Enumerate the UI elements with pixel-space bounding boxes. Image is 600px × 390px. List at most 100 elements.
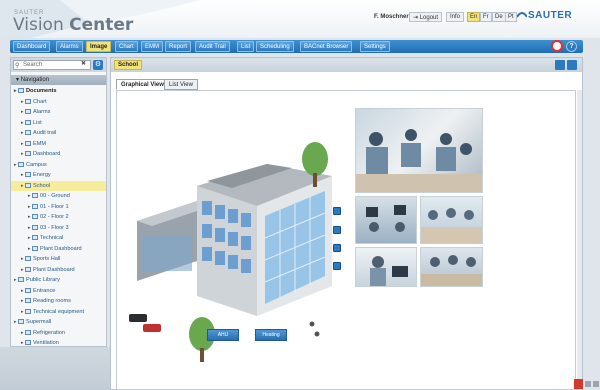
tree-node-label: 02 - Floor 2 [40,214,69,220]
tree-node[interactable]: ▸ 01 - Floor 1 [11,202,106,213]
menu-alarms[interactable]: Alarms [56,41,83,52]
search-icon: ⚲ [15,63,20,69]
tree-node[interactable]: ▸ Documents [11,86,106,97]
tree-node[interactable]: ▸ Audit trail [11,128,106,139]
app-title: Vision Center [13,15,134,35]
folder-icon [25,256,31,262]
folder-icon [25,340,31,346]
menu-list[interactable]: List [237,41,255,52]
ahu-button[interactable]: AHU [207,329,239,341]
menu-chart[interactable]: Chart [115,41,138,52]
tree-node[interactable]: ▸ Public Library [11,275,106,286]
tree-node[interactable]: ▸ Entrance [11,286,106,297]
menu-report[interactable]: Report [165,41,192,52]
tree-node-label: 00 - Ground [40,193,70,199]
info-button[interactable]: Info [446,12,465,22]
menu-emm[interactable]: EMM [141,41,163,52]
tree-node-label: Ventilation [33,340,59,346]
folder-icon [25,98,31,104]
tree-node-label: Public Library [26,277,60,283]
tab-graphical-view[interactable]: Graphical View [116,79,169,90]
folder-icon [18,161,24,167]
tree-node-label: Dashboard [33,151,61,157]
lang-de[interactable]: De [492,12,506,22]
tree-node[interactable]: ▸ School [11,180,106,191]
navigation-header[interactable]: ▾ Navigation [11,75,106,85]
folder-icon [25,308,31,314]
folder-icon [32,203,38,209]
tree-node-label: Plant Dashboard [40,245,82,252]
folder-icon [25,182,31,188]
folder-icon [18,277,24,283]
folder-icon [32,245,38,251]
menu-scheduling[interactable]: Scheduling [256,41,294,52]
lang-pt[interactable]: Pt [505,12,517,22]
tree-node[interactable]: ▸ 02 - Floor 2 [11,212,106,223]
menu-dashboard[interactable]: Dashboard [13,41,51,52]
tree-node[interactable]: ▸ Refrigeration [11,328,106,339]
breadcrumb[interactable]: School [114,60,143,70]
tree-node-label: 03 - Floor 3 [40,224,69,231]
company-logo: SAUTER [528,10,573,21]
navigation-tree: ▸ Documents ▸ Chart ▸ Alarms ▸ List ▸ Audit trail… [11,86,106,349]
tree-node[interactable]: ▸ List [11,118,106,129]
search-bar: Search ⚲ ✖ ⚙ [11,58,106,72]
clear-search-icon[interactable]: ✖ [81,60,86,67]
sauter-logo-icon [517,12,527,18]
app-header: SAUTER Vision Center F. Moschner ⇥ Logou… [0,0,600,38]
taskbar-corner-icon [574,379,599,389]
tree-node-label: Sports Hall [33,256,61,262]
folder-icon [25,130,31,136]
floor-02-marker-icon[interactable] [333,226,341,234]
tree-node[interactable]: ▸ Energy [11,170,106,181]
tree-node-label: Chart [33,98,47,105]
folder-icon [18,88,24,94]
heating-button[interactable]: Heating [255,329,287,341]
breadcrumb-bar: School [111,58,582,72]
tree-node[interactable]: ▸ 03 - Floor 3 [11,223,106,234]
tree-node[interactable]: ▸ Reading rooms [11,296,106,307]
tree-node[interactable]: ▸ Technical [11,233,106,244]
logout-button[interactable]: ⇥ Logout [409,12,443,22]
search-input[interactable]: Search [13,60,91,70]
tree-node[interactable]: ▸ 00 - Ground [11,191,106,202]
left-footer [0,347,110,390]
tree-node[interactable]: ▸ Supermall [11,317,106,328]
tree-node-label: Entrance [33,287,56,294]
tree-node[interactable]: ▸ Technical equipment [11,307,106,318]
floor-03-marker-icon[interactable] [333,207,341,215]
menu-audit-trail[interactable]: Audit Trail [195,41,230,52]
menu-image[interactable]: Image [86,41,112,52]
menu-bacnet-browser[interactable]: BACnet Browser [300,41,353,52]
photo-student [355,247,417,287]
tree-node-label: Supermall [26,319,52,325]
folder-icon [25,298,31,304]
folder-icon [25,151,31,157]
tree-node[interactable]: ▸ Plant Dashboard [11,244,106,255]
tree-node-label: List [33,119,42,126]
tree-node-label: Alarms [33,109,51,115]
tree-illustration [189,317,215,362]
tree-node[interactable]: ▸ Alarms [11,107,106,118]
floor-01-marker-icon[interactable] [333,244,341,252]
search-settings-icon[interactable]: ⚙ [93,60,103,70]
fit-view-icon[interactable] [555,60,565,70]
tree-node[interactable]: ▸ Chart [11,97,106,108]
lang-fr[interactable]: Fr [480,12,492,22]
tab-list-view[interactable]: List View [164,79,198,90]
folder-icon [32,214,38,220]
tree-node[interactable]: ▸ Sports Hall [11,254,106,265]
tree-node[interactable]: ▸ Campus [11,160,106,171]
vertical-scrollbar[interactable] [577,90,582,390]
alarm-gear-icon[interactable] [551,40,563,52]
floor-00-marker-icon[interactable] [333,262,341,270]
folder-icon [32,193,38,199]
tree-node[interactable]: ▸ Dashboard [11,149,106,160]
help-icon[interactable]: ? [566,41,577,52]
tree-node[interactable]: ▸ Plant Dashboard [11,265,106,276]
lang-en[interactable]: En [467,12,481,22]
folder-icon [25,287,31,293]
fullscreen-icon[interactable] [567,60,577,70]
menu-settings[interactable]: Settings [360,41,390,52]
tree-node[interactable]: ▸ EMM [11,139,106,150]
